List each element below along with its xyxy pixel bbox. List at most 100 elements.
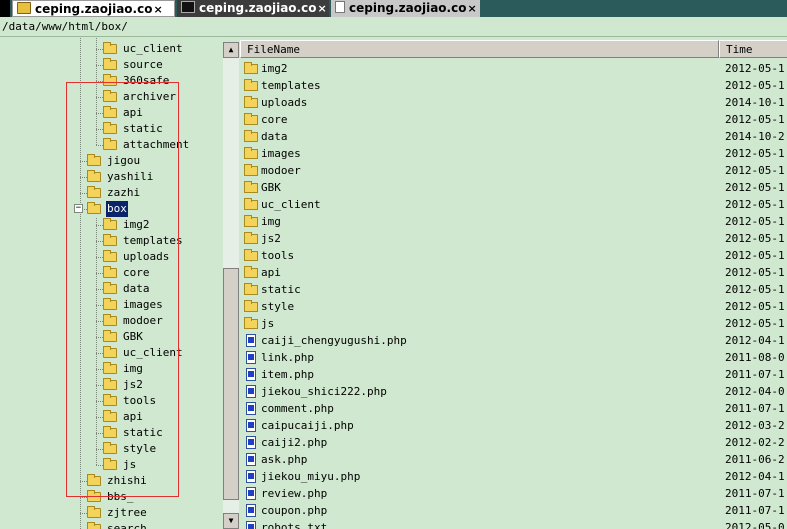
scroll-up-icon[interactable]: ▲ <box>223 42 239 58</box>
tree-line <box>80 513 87 514</box>
close-icon[interactable]: × <box>317 2 326 15</box>
highlight-box <box>66 82 179 497</box>
list-item[interactable]: data 2014-10-2 <box>240 128 787 145</box>
file-name: img <box>261 215 281 228</box>
page-icon <box>335 1 345 13</box>
file-time: 2012-05-1 <box>725 317 785 330</box>
tree-scrollbar[interactable]: ▲ ▼ <box>223 42 239 529</box>
file-icon <box>246 436 256 449</box>
file-icon <box>246 504 256 517</box>
list-item[interactable]: review.php 2011-07-1 <box>240 485 787 502</box>
file-name: item.php <box>261 368 314 381</box>
file-time: 2011-07-1 <box>725 487 785 500</box>
file-icon <box>246 351 256 364</box>
file-time: 2012-03-2 <box>725 419 785 432</box>
list-item[interactable]: caiji2.php 2012-02-2 <box>240 434 787 451</box>
folder-icon <box>244 181 258 193</box>
file-time: 2012-05-1 <box>725 164 785 177</box>
file-time: 2012-05-1 <box>725 147 785 160</box>
folder-icon <box>244 96 258 108</box>
list-item[interactable]: robots.txt 2012-05-0 <box>240 519 787 529</box>
tab-2[interactable]: ceping.zaojiao.co× <box>177 0 329 17</box>
file-name: templates <box>261 79 321 92</box>
file-name: ask.php <box>261 453 308 466</box>
tree-line <box>96 65 103 66</box>
column-header-time[interactable]: Time <box>719 40 787 58</box>
tab-1[interactable]: ceping.zaojiao.co× <box>12 0 175 17</box>
scroll-down-icon[interactable]: ▼ <box>223 513 239 529</box>
close-icon[interactable]: × <box>467 2 476 15</box>
file-name: images <box>261 147 301 160</box>
list-item[interactable]: GBK 2012-05-1 <box>240 179 787 196</box>
file-time: 2012-05-1 <box>725 113 785 126</box>
file-time: 2012-05-1 <box>725 198 785 211</box>
file-time: 2012-05-1 <box>725 79 785 92</box>
file-name: modoer <box>261 164 301 177</box>
file-name: caiji2.php <box>261 436 328 449</box>
file-time: 2012-05-1 <box>725 181 785 194</box>
list-item[interactable]: link.php 2011-08-0 <box>240 349 787 366</box>
list-item[interactable]: jiekou_miyu.php 2012-04-1 <box>240 468 787 485</box>
list-item[interactable]: caipucaiji.php 2012-03-2 <box>240 417 787 434</box>
list-item[interactable]: caiji_chengyugushi.php 2012-04-1 <box>240 332 787 349</box>
close-icon[interactable]: × <box>153 3 162 16</box>
file-name: GBK <box>261 181 281 194</box>
file-name: review.php <box>261 487 328 500</box>
list-item[interactable]: comment.php 2011-07-1 <box>240 400 787 417</box>
folder-icon <box>103 58 117 70</box>
folder-icon <box>244 215 258 227</box>
file-time: 2012-05-1 <box>725 300 785 313</box>
file-time: 2014-10-1 <box>725 96 785 109</box>
tree-line <box>80 497 87 498</box>
folder-icon <box>244 249 258 261</box>
list-item[interactable]: jiekou_shici222.php 2012-04-0 <box>240 383 787 400</box>
tab-3[interactable]: ceping.zaojiao.co× <box>331 0 480 17</box>
file-time: 2011-06-2 <box>725 453 785 466</box>
list-item[interactable]: uc_client 2012-05-1 <box>240 196 787 213</box>
folder-icon <box>244 79 258 91</box>
list-item[interactable]: api 2012-05-1 <box>240 264 787 281</box>
folder-icon <box>87 522 101 529</box>
list-item[interactable]: modoer 2012-05-1 <box>240 162 787 179</box>
list-item[interactable]: uploads 2014-10-1 <box>240 94 787 111</box>
folder-icon <box>103 42 117 54</box>
folder-icon <box>87 506 101 518</box>
list-item[interactable]: img 2012-05-1 <box>240 213 787 230</box>
file-time: 2012-05-1 <box>725 266 785 279</box>
path-bar[interactable]: /data/www/html/box/ <box>0 17 787 37</box>
list-item[interactable]: img2 2012-05-1 <box>240 60 787 77</box>
file-icon <box>246 419 256 432</box>
file-name: uc_client <box>261 198 321 211</box>
list-item[interactable]: tools 2012-05-1 <box>240 247 787 264</box>
scroll-thumb[interactable] <box>223 268 239 500</box>
list-item[interactable]: images 2012-05-1 <box>240 145 787 162</box>
list-item[interactable]: js2 2012-05-1 <box>240 230 787 247</box>
list-item[interactable]: ask.php 2011-06-2 <box>240 451 787 468</box>
file-time: 2011-08-0 <box>725 351 785 364</box>
column-header-filename[interactable]: FileName <box>240 40 719 58</box>
file-time: 2011-07-1 <box>725 402 785 415</box>
tree-node-label: source <box>123 58 163 71</box>
folder-icon <box>244 283 258 295</box>
list-item[interactable]: static 2012-05-1 <box>240 281 787 298</box>
file-icon <box>246 521 256 529</box>
file-time: 2012-05-1 <box>725 215 785 228</box>
list-item[interactable]: js 2012-05-1 <box>240 315 787 332</box>
file-time: 2012-04-0 <box>725 385 785 398</box>
file-time: 2011-07-1 <box>725 504 785 517</box>
tab-2-label: ceping.zaojiao.co <box>199 1 317 15</box>
list-item[interactable]: style 2012-05-1 <box>240 298 787 315</box>
folder-icon <box>244 266 258 278</box>
list-item[interactable]: templates 2012-05-1 <box>240 77 787 94</box>
list-item[interactable]: core 2012-05-1 <box>240 111 787 128</box>
file-icon <box>246 385 256 398</box>
file-name: robots.txt <box>261 521 328 529</box>
file-time: 2012-05-1 <box>725 249 785 262</box>
file-name: coupon.php <box>261 504 328 517</box>
list-item[interactable]: item.php 2011-07-1 <box>240 366 787 383</box>
list-item[interactable]: coupon.php 2011-07-1 <box>240 502 787 519</box>
tree-line <box>96 49 103 50</box>
file-icon <box>246 402 256 415</box>
file-time: 2012-02-2 <box>725 436 785 449</box>
file-name: js2 <box>261 232 281 245</box>
